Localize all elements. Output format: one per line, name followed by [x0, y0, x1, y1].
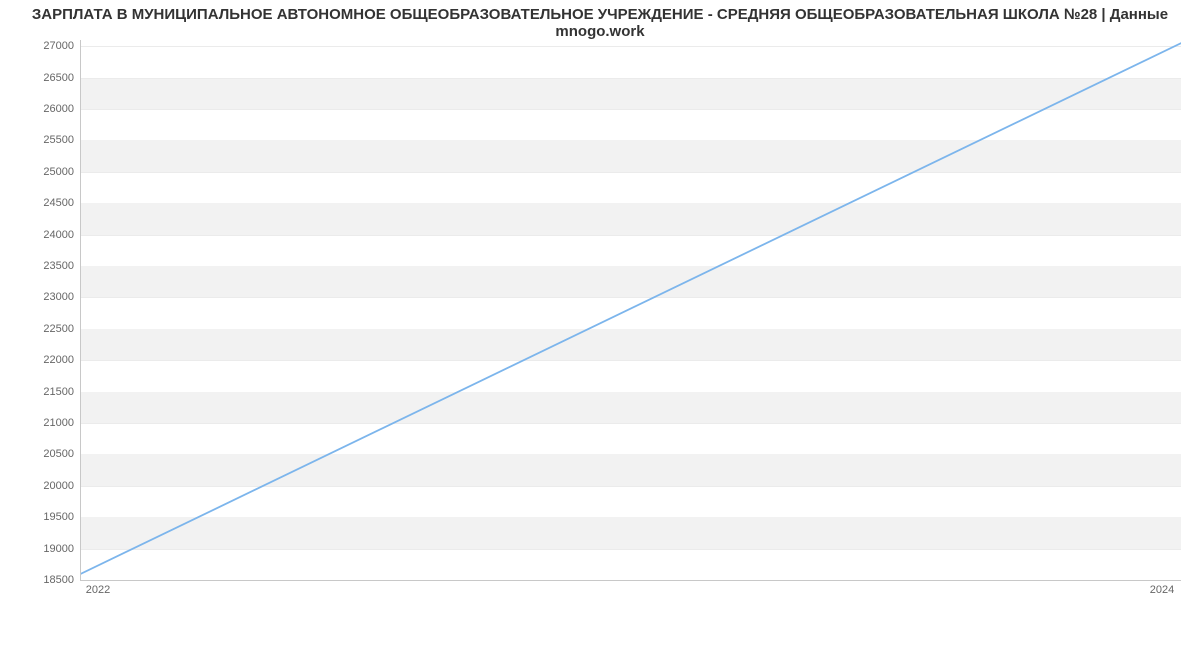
- y-tick-label: 20500: [24, 448, 74, 460]
- y-tick-label: 27000: [24, 40, 74, 52]
- y-tick-label: 20000: [24, 480, 74, 492]
- x-tick-label: 2022: [86, 584, 110, 596]
- y-tick-label: 23500: [24, 260, 74, 272]
- y-tick-label: 24500: [24, 197, 74, 209]
- series-layer: [81, 40, 1181, 580]
- y-tick-label: 22000: [24, 354, 74, 366]
- y-tick-label: 19000: [24, 543, 74, 555]
- series-line: [81, 43, 1181, 574]
- y-tick-label: 26500: [24, 72, 74, 84]
- y-tick-label: 21500: [24, 386, 74, 398]
- plot-area: [80, 40, 1181, 581]
- y-tick-label: 21000: [24, 417, 74, 429]
- x-tick-label: 2024: [1150, 584, 1174, 596]
- gridline: [81, 580, 1181, 581]
- y-tick-label: 25000: [24, 166, 74, 178]
- chart-title: ЗАРПЛАТА В МУНИЦИПАЛЬНОЕ АВТОНОМНОЕ ОБЩЕ…: [0, 6, 1200, 40]
- y-tick-label: 25500: [24, 134, 74, 146]
- y-tick-label: 22500: [24, 323, 74, 335]
- y-tick-label: 19500: [24, 511, 74, 523]
- y-tick-label: 24000: [24, 229, 74, 241]
- y-tick-label: 26000: [24, 103, 74, 115]
- y-tick-label: 23000: [24, 291, 74, 303]
- y-tick-label: 18500: [24, 574, 74, 586]
- line-chart: ЗАРПЛАТА В МУНИЦИПАЛЬНОЕ АВТОНОМНОЕ ОБЩЕ…: [0, 0, 1200, 620]
